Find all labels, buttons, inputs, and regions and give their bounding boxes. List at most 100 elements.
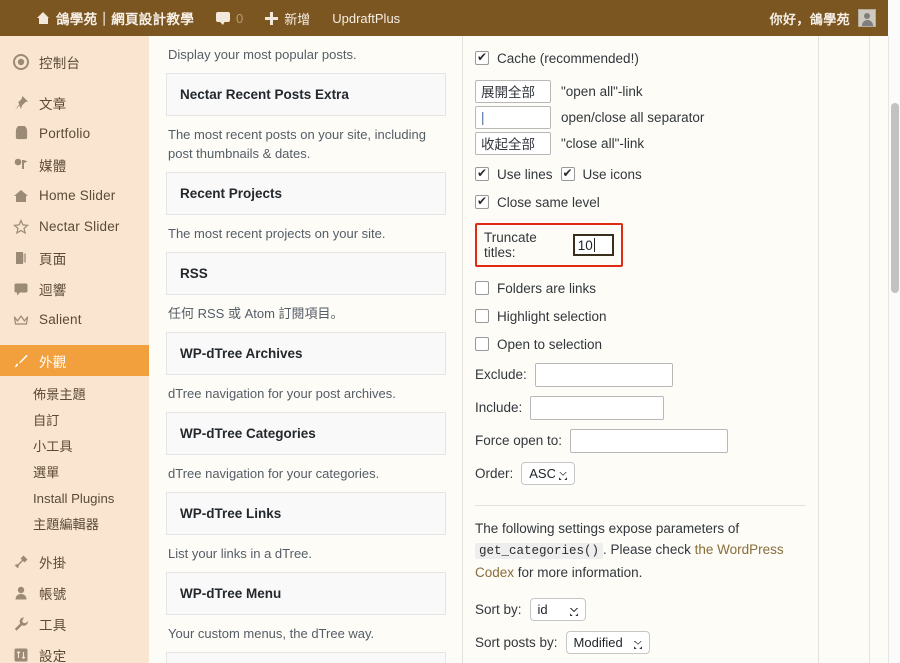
available-widget-box[interactable]: Nectar Recent Posts Extra bbox=[166, 73, 446, 116]
sort-posts-by-select[interactable]: Modified bbox=[565, 631, 650, 654]
separator-caption: open/close all separator bbox=[561, 109, 705, 125]
sidebar-item-users[interactable]: 帳號 bbox=[0, 577, 149, 608]
close-all-input[interactable] bbox=[475, 131, 551, 155]
admin-bar-comments[interactable]: 0 bbox=[205, 0, 254, 36]
exclude-row: Exclude: bbox=[475, 358, 806, 391]
use-icons-checkbox[interactable] bbox=[560, 167, 575, 181]
updraftplus-label: UpdraftPlus bbox=[332, 10, 401, 26]
codex-note-part2: . Please check bbox=[603, 542, 691, 557]
sidebar-item-salient[interactable]: Salient bbox=[0, 304, 149, 335]
include-input[interactable] bbox=[530, 395, 665, 420]
exclude-input[interactable] bbox=[534, 362, 673, 387]
page-icon bbox=[12, 249, 30, 267]
get-categories-code: get_categories() bbox=[475, 543, 604, 559]
sidebar-item-media[interactable]: 媒體 bbox=[0, 149, 149, 180]
use-lines-checkbox[interactable] bbox=[475, 167, 489, 181]
sidebar-subitem-themes[interactable]: 佈景主題 bbox=[0, 382, 149, 408]
open-to-selection-checkbox[interactable] bbox=[475, 337, 489, 351]
available-widget-box[interactable]: WP-dTree Categories bbox=[166, 412, 446, 455]
avatar-glyph bbox=[861, 10, 873, 26]
sidebar-label: 設定 bbox=[39, 648, 67, 663]
sidebar-subitem-menus[interactable]: 選單 bbox=[0, 460, 149, 486]
admin-bar: 鴿學苑｜網頁設計教學 0 新增 UpdraftPlus 你好，鴿學苑 bbox=[0, 0, 888, 36]
appearance-brush-icon bbox=[12, 352, 30, 370]
include-row: Include: bbox=[475, 391, 806, 424]
admin-bar-site-name[interactable]: 鴿學苑｜網頁設計教學 bbox=[26, 0, 205, 36]
plus-icon bbox=[265, 11, 279, 25]
truncate-titles-label: Truncate titles: bbox=[484, 230, 537, 260]
order-select[interactable]: ASC bbox=[521, 462, 576, 485]
column-divider-right bbox=[818, 36, 819, 663]
codex-note-part3: for more information. bbox=[517, 565, 643, 580]
admin-bar-updraftplus[interactable]: UpdraftPlus bbox=[321, 0, 411, 36]
open-to-selection-label: Open to selection bbox=[497, 336, 603, 352]
cache-checkbox[interactable] bbox=[475, 51, 489, 65]
open-all-row: "open all"-link bbox=[475, 78, 806, 104]
sidebar-item-appearance[interactable]: 外觀 bbox=[0, 345, 149, 376]
sort-posts-by-row: Sort posts by: Modified bbox=[475, 626, 806, 659]
open-close-link-fields: "open all"-link open/close all separator… bbox=[475, 78, 806, 156]
sidebar-subitem-theme-editor[interactable]: 主題編輯器 bbox=[0, 512, 149, 538]
page-edge-divider bbox=[869, 36, 870, 663]
close-same-level-checkbox[interactable] bbox=[475, 195, 489, 209]
howdy-greeting[interactable]: 你好，鴿學苑 bbox=[770, 9, 850, 28]
highlight-selection-checkbox[interactable] bbox=[475, 309, 489, 323]
available-widget-box[interactable]: RSS bbox=[166, 252, 446, 295]
page-scrollbar[interactable] bbox=[888, 36, 900, 663]
home-icon bbox=[37, 12, 50, 24]
separator-input[interactable] bbox=[475, 105, 551, 129]
highlight-selection-label: Highlight selection bbox=[497, 308, 607, 324]
sidebar-top-spacer bbox=[0, 36, 149, 46]
page-scrollbar-thumb[interactable] bbox=[891, 103, 899, 293]
sort-by-row: Sort by: id bbox=[475, 593, 806, 626]
avatar[interactable] bbox=[858, 9, 876, 27]
available-widget-box[interactable]: WP-dTree Pages bbox=[166, 652, 446, 663]
new-label: 新增 bbox=[284, 11, 311, 27]
comments-count: 0 bbox=[236, 10, 244, 26]
sidebar-label: 媒體 bbox=[39, 158, 67, 174]
wordpress-admin-screen: 鴿學苑｜網頁設計教學 0 新增 UpdraftPlus 你好，鴿學苑 控制台 文… bbox=[0, 0, 900, 663]
available-widget-box[interactable]: WP-dTree Archives bbox=[166, 332, 446, 375]
admin-bar-new[interactable]: 新增 bbox=[254, 0, 321, 36]
folders-are-links-checkbox[interactable] bbox=[475, 281, 489, 295]
sidebar-item-portfolio[interactable]: Portfolio bbox=[0, 118, 149, 149]
sidebar-item-dashboard[interactable]: 控制台 bbox=[0, 46, 149, 77]
truncate-titles-input[interactable]: 10 bbox=[572, 234, 614, 256]
open-all-input[interactable] bbox=[475, 79, 551, 103]
sidebar-item-settings[interactable]: 設定 bbox=[0, 639, 149, 663]
available-widget-description: List your links in a dTree. bbox=[168, 546, 313, 561]
truncate-titles-value: 10 bbox=[577, 237, 593, 253]
sidebar-label: 文章 bbox=[39, 96, 67, 112]
available-widget-box[interactable]: Recent Projects bbox=[166, 172, 446, 215]
sort-by-label: Sort by: bbox=[475, 602, 522, 617]
site-title-label: 鴿學苑｜網頁設計教學 bbox=[56, 12, 194, 27]
force-open-row: Force open to: bbox=[475, 424, 806, 457]
lines-icons-row: Use lines Use icons bbox=[475, 160, 806, 188]
force-open-input[interactable] bbox=[570, 428, 729, 453]
folders-are-links-label: Folders are links bbox=[497, 280, 597, 296]
sidebar-item-posts[interactable]: 文章 bbox=[0, 87, 149, 118]
sidebar-label: 外觀 bbox=[39, 354, 67, 370]
sidebar-subitem-customize[interactable]: 自訂 bbox=[0, 408, 149, 434]
force-open-label: Force open to: bbox=[475, 433, 563, 448]
sidebar-item-home-slider[interactable]: Home Slider bbox=[0, 180, 149, 211]
sidebar-item-nectar-slider[interactable]: Nectar Slider bbox=[0, 211, 149, 242]
star-icon bbox=[12, 218, 30, 236]
available-widget-box[interactable]: WP-dTree Links bbox=[166, 492, 446, 535]
available-widget-description: 任何 RSS 或 Atom 訂閱項目。 bbox=[168, 306, 344, 321]
sidebar-item-plugins[interactable]: 外掛 bbox=[0, 546, 149, 577]
available-widget-box[interactable]: WP-dTree Menu bbox=[166, 572, 446, 615]
open-all-caption: "open all"-link bbox=[561, 83, 643, 99]
separator-row: open/close all separator bbox=[475, 104, 806, 130]
cache-row[interactable]: Cache (recommended!) bbox=[475, 44, 806, 72]
sidebar-item-pages[interactable]: 頁面 bbox=[0, 242, 149, 273]
close-all-caption: "close all"-link bbox=[561, 135, 645, 151]
sidebar-subitem-widgets[interactable]: 小工具 bbox=[0, 434, 149, 460]
sidebar-subitem-install-plugins[interactable]: Install Plugins bbox=[0, 486, 149, 512]
codex-note-part1: The following settings expose parameters… bbox=[475, 521, 740, 536]
sidebar-item-comments[interactable]: 迴響 bbox=[0, 273, 149, 304]
sidebar-item-tools[interactable]: 工具 bbox=[0, 608, 149, 639]
sort-by-select[interactable]: id bbox=[529, 598, 586, 621]
post-order-row: Post order: ASC bbox=[475, 659, 806, 663]
truncate-titles-highlight: Truncate titles: 10 bbox=[475, 223, 623, 267]
